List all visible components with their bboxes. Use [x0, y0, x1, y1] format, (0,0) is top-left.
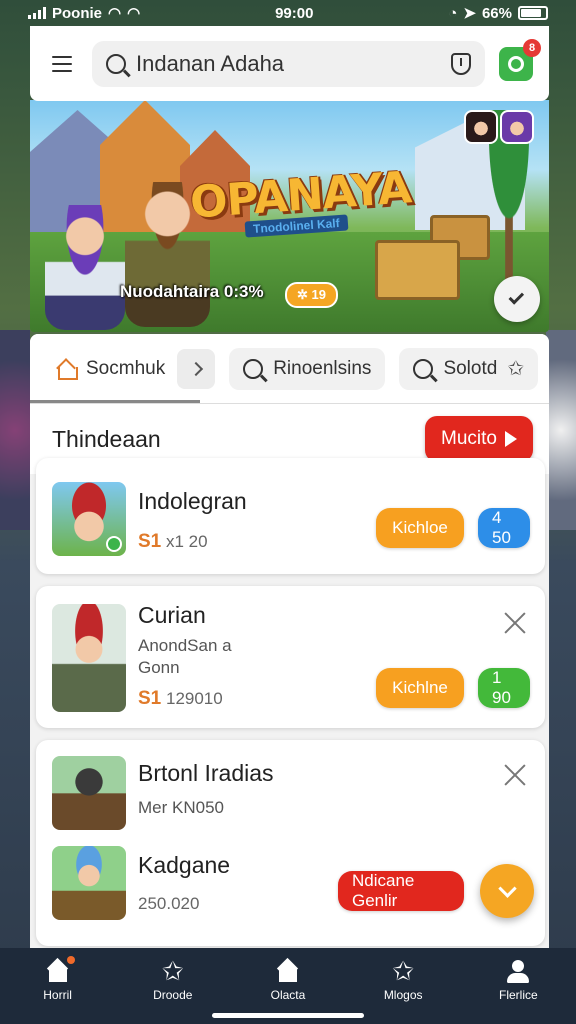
alarm-icon: ◔ [448, 4, 458, 22]
card-title: Kadgane [138, 852, 231, 878]
nav-item-mlogos[interactable]: ✩ Mlogos [358, 958, 448, 1024]
nav-label: Horril [43, 988, 72, 1002]
battery-icon [518, 6, 548, 20]
active-tab-indicator [30, 400, 200, 403]
secondary-action-button[interactable]: 1 90 [478, 668, 530, 708]
featured-banner[interactable]: OPANAYA Tnodolinel Kalf Nuodahtaira 0:3%… [30, 100, 549, 332]
card-price: 250.020 [138, 894, 200, 913]
game-thumbnail [52, 756, 126, 830]
tab-label: Rinoenlsins [273, 357, 372, 379]
banner-crate-art [375, 240, 460, 300]
card-subtitle: Mer KN050 [138, 798, 224, 817]
price-value: 129010 [165, 689, 223, 708]
card-subtitle: Gonn [138, 658, 180, 677]
top-header: Indanan Adaha 8 [30, 26, 549, 101]
close-icon[interactable] [502, 762, 528, 788]
search-icon [413, 358, 434, 379]
expand-button[interactable] [480, 864, 534, 918]
wifi-icon-2: ◠ [127, 5, 141, 22]
card-subtitle: AnondSan a [138, 636, 232, 655]
section-more-button[interactable]: Mucito [425, 416, 533, 462]
user-icon [505, 958, 531, 984]
carrier-label: Poonie [52, 4, 103, 22]
card-price: S1 x1 20 [138, 531, 208, 553]
card-title: Indolegran [138, 488, 247, 514]
notification-count-badge: 8 [523, 38, 541, 57]
section-title: Thindeaan [52, 425, 161, 452]
chevron-down-icon [497, 878, 517, 898]
primary-action-button[interactable]: Kichlne [376, 668, 464, 708]
nav-item-flerlice[interactable]: Flerlice [473, 958, 563, 1024]
main-panel: Socmhuk Rinoenlsins Solotd ✩ Thindeaan M… [30, 334, 549, 948]
chevron-down-icon [189, 361, 204, 376]
price-currency: S1 [138, 688, 162, 709]
friend-avatar[interactable] [500, 110, 534, 144]
tab-rinoenlsins[interactable]: Rinoenlsins [229, 347, 386, 390]
close-icon[interactable] [502, 610, 528, 636]
nav-label: Olacta [270, 988, 306, 1002]
tab-label: Solotd [443, 357, 498, 379]
house-icon [56, 360, 78, 380]
tab-label: Socmhuk [86, 357, 166, 379]
play-icon [505, 431, 517, 447]
search-icon [243, 358, 264, 379]
banner-chip: ✲ 19 [285, 282, 338, 308]
battery-percent: 66% [481, 4, 512, 22]
nav-label: Flerlice [499, 988, 538, 1002]
wifi-icon: ◠ [108, 5, 122, 22]
home-icon [45, 956, 75, 984]
star-icon: ✩ [161, 956, 184, 986]
game-thumbnail [52, 482, 126, 556]
check-icon [508, 289, 525, 305]
search-input[interactable]: Indanan Adaha [92, 40, 485, 87]
game-thumbnail [52, 604, 126, 712]
nav-label: Droode [153, 988, 193, 1002]
shield-icon[interactable] [451, 52, 471, 75]
primary-action-button[interactable]: Ndicane Genlir [338, 871, 464, 911]
notifications-button[interactable]: 8 [499, 38, 541, 81]
primary-action-button[interactable]: Kichloe [376, 508, 464, 548]
nav-badge-dot [66, 956, 75, 964]
banner-stat: Nuodahtaira 0:3% [120, 282, 264, 301]
banner-check-button[interactable] [494, 276, 540, 322]
bell-icon [508, 55, 524, 72]
search-value: Indanan Adaha [136, 50, 285, 76]
friend-avatar[interactable] [464, 110, 498, 144]
location-icon: ➤ [463, 5, 476, 22]
search-icon [106, 53, 126, 74]
star-icon: ✩ [392, 956, 415, 986]
secondary-action-button[interactable]: 4 50 [478, 508, 530, 548]
nav-item-home[interactable]: Horril [13, 956, 103, 1024]
status-left: Poonie ◠ ◠ [28, 4, 140, 22]
signal-icon [28, 7, 46, 19]
list-group: Brtonl Iradias Mer KN050 Kadgane 250.020… [36, 740, 545, 946]
more-button-label: Mucito [441, 428, 497, 449]
clock: 99:00 [275, 4, 314, 22]
online-badge-icon [106, 536, 122, 552]
tab-dropdown-button[interactable] [177, 348, 216, 389]
menu-icon[interactable] [46, 55, 78, 72]
status-right: ◔ ➤ 66% [448, 4, 548, 22]
banner-character-art [45, 205, 125, 330]
card-price: S1 129010 [138, 688, 223, 710]
price-currency: S1 [138, 531, 162, 552]
game-thumbnail [52, 846, 126, 920]
card-title: Brtonl Iradias [138, 760, 274, 786]
house-icon [275, 958, 301, 984]
star-icon: ✩ [507, 357, 525, 380]
list-item[interactable]: Curian AnondSan a Gonn S1 129010 Kichlne… [36, 586, 545, 728]
tab-bar: Socmhuk Rinoenlsins Solotd ✩ [30, 334, 549, 404]
card-title: Curian [138, 602, 206, 628]
home-indicator[interactable] [212, 1013, 364, 1018]
status-bar: Poonie ◠ ◠ 99:00 ◔ ➤ 66% [0, 0, 576, 26]
nav-label: Mlogos [383, 988, 423, 1002]
tab-solotd[interactable]: Solotd ✩ [399, 347, 539, 390]
tab-socmhuk[interactable]: Socmhuk [46, 347, 216, 390]
list-item[interactable]: Indolegran S1 x1 20 Kichloe 4 50 [36, 458, 545, 574]
price-value: x1 20 [165, 532, 208, 551]
nav-item-droode[interactable]: ✩ Droode [128, 958, 218, 1024]
